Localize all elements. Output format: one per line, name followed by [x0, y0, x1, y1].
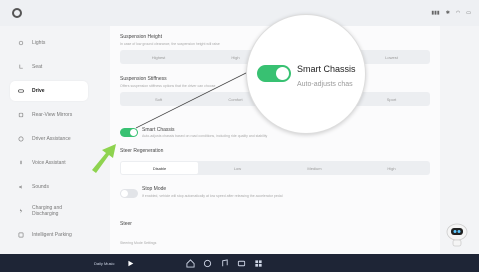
pointer-arrow-icon: [92, 144, 116, 173]
play-icon[interactable]: [127, 254, 134, 272]
smart-chassis-toggle-zoomed[interactable]: [257, 65, 291, 82]
callout-line: [135, 69, 253, 129]
home-icon[interactable]: [186, 258, 195, 268]
music-icon[interactable]: [220, 258, 229, 268]
lens-description: Auto-adjusts chas: [297, 81, 353, 88]
lens-title: Smart Chassis: [297, 64, 356, 74]
robot-assistant-icon[interactable]: [445, 222, 469, 248]
media-title: Daily Music: [94, 260, 115, 266]
annotation-overlay: [92, 69, 253, 173]
zoom-lens: Smart Chassis Auto-adjusts chas: [246, 14, 366, 134]
video-icon[interactable]: [237, 259, 246, 268]
dock-apps: [186, 258, 263, 268]
bottom-dock: Daily Music: [0, 254, 479, 272]
apps-icon[interactable]: [254, 259, 263, 268]
navigation-icon[interactable]: [203, 259, 212, 268]
media-widget[interactable]: Daily Music: [94, 254, 134, 272]
